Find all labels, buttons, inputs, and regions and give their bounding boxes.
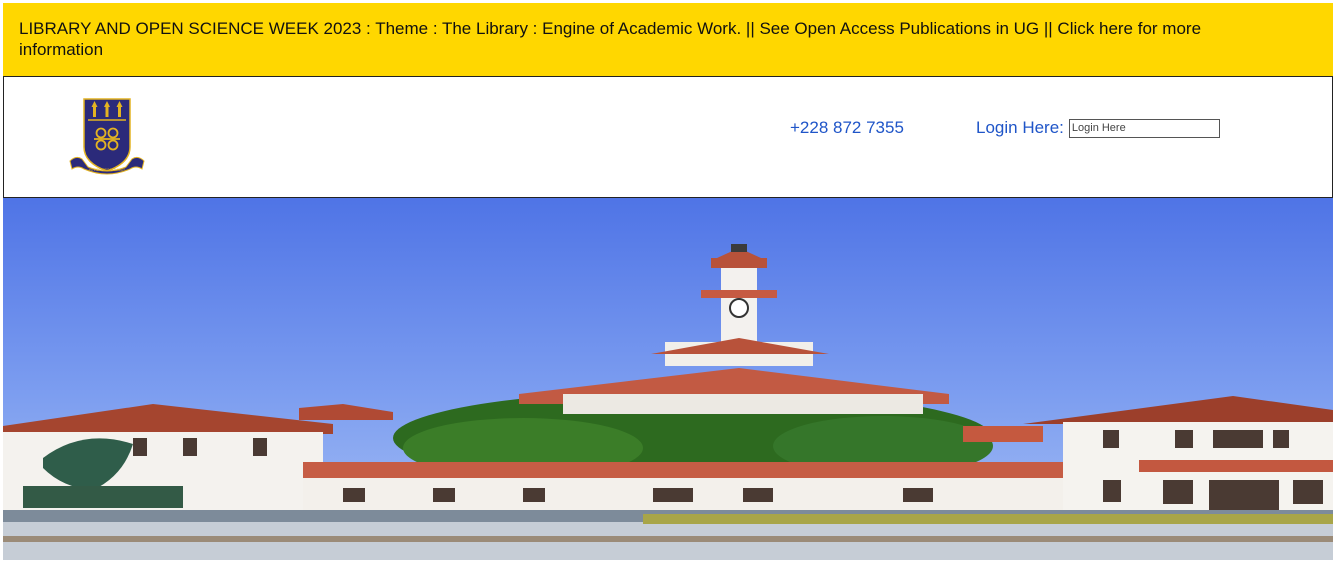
announcement-banner[interactable]: LIBRARY AND OPEN SCIENCE WEEK 2023 : The… bbox=[3, 3, 1333, 76]
campus-hero-image bbox=[3, 198, 1333, 560]
university-crest-icon[interactable]: INTEGRI PROCEDAMUS bbox=[66, 95, 150, 177]
site-header: INTEGRI PROCEDAMUS +228 872 7355 Login H… bbox=[3, 76, 1333, 198]
phone-link[interactable]: +228 872 7355 bbox=[790, 118, 904, 138]
crest-motto: INTEGRI PROCEDAMUS bbox=[89, 168, 126, 172]
announcement-text[interactable]: LIBRARY AND OPEN SCIENCE WEEK 2023 : The… bbox=[19, 18, 1259, 60]
login-area: Login Here: bbox=[976, 118, 1220, 138]
login-label: Login Here: bbox=[976, 118, 1064, 137]
page: LIBRARY AND OPEN SCIENCE WEEK 2023 : The… bbox=[0, 0, 1338, 569]
login-input[interactable] bbox=[1068, 118, 1220, 138]
